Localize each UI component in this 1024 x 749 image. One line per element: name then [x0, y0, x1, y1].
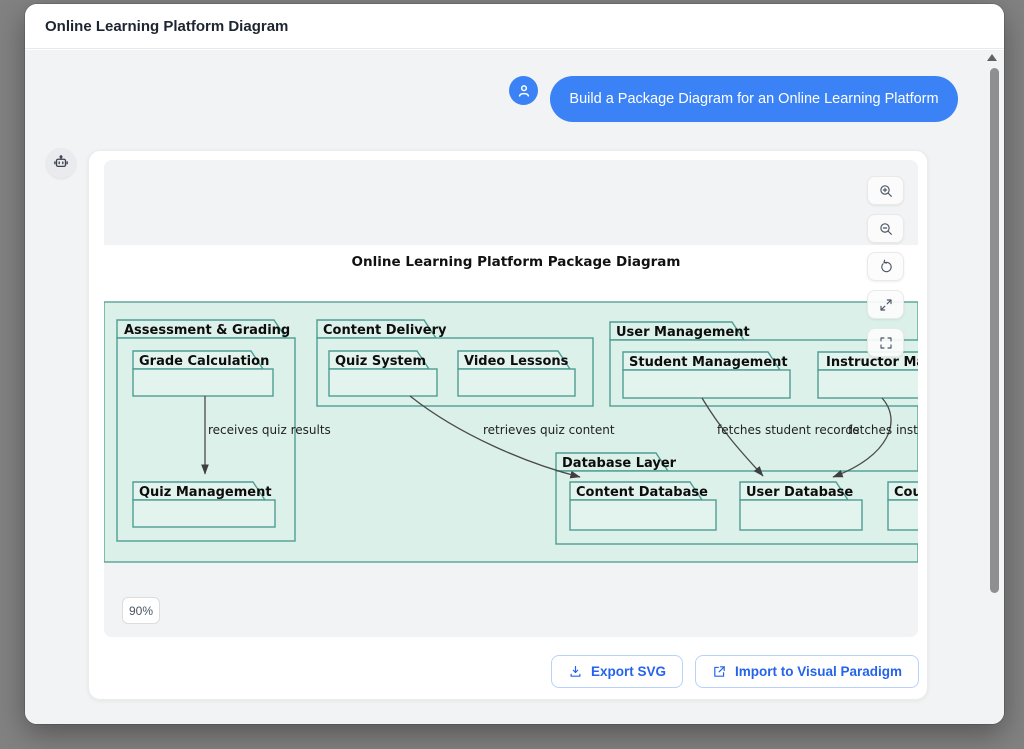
- edge-label: receives quiz results: [208, 423, 331, 437]
- fullscreen-icon: [878, 335, 894, 351]
- robot-icon: [52, 154, 70, 172]
- package-label: Quiz System: [335, 354, 426, 369]
- app-window: Online Learning Platform Diagram Build a…: [25, 4, 1004, 724]
- download-icon: [568, 664, 583, 679]
- package-diagram-svg: Online Learning Platform Package Diagram…: [104, 160, 918, 637]
- scrollbar-up-arrow[interactable]: [987, 54, 997, 61]
- package-quiz-system: Quiz System: [329, 351, 437, 396]
- package-label: Video Lessons: [464, 354, 569, 369]
- package-quiz-management: Quiz Management: [133, 482, 275, 527]
- package-label: Content Delivery: [323, 323, 447, 338]
- card-actions: Export SVG Import to Visual Paradigm: [89, 655, 919, 688]
- canvas-toolbar: [867, 176, 904, 366]
- reset-view-button[interactable]: [867, 252, 904, 281]
- package-content-database: Content Database: [570, 482, 716, 530]
- edge-label: fetches student records: [717, 423, 859, 437]
- page-title: Online Learning Platform Diagram: [45, 18, 288, 35]
- expand-button[interactable]: [867, 290, 904, 319]
- package-label: Student Management: [629, 355, 788, 370]
- titlebar: Online Learning Platform Diagram: [25, 4, 1004, 49]
- zoom-in-button[interactable]: [867, 176, 904, 205]
- diagram-canvas[interactable]: Online Learning Platform Package Diagram…: [104, 160, 918, 637]
- external-link-icon: [712, 664, 727, 679]
- zoom-in-icon: [878, 183, 894, 199]
- zoom-level-badge: 90%: [122, 597, 160, 624]
- package-course-database: Course Database: [888, 482, 918, 530]
- expand-icon: [878, 297, 894, 313]
- package-label: User Management: [616, 325, 750, 340]
- package-label: User Database: [746, 485, 853, 500]
- zoom-out-icon: [878, 221, 894, 237]
- package-user-database: User Database: [740, 482, 862, 530]
- import-visual-paradigm-button[interactable]: Import to Visual Paradigm: [695, 655, 919, 688]
- package-label: Grade Calculation: [139, 354, 269, 369]
- package-label: Database Layer: [562, 456, 677, 471]
- edge-label: retrieves quiz content: [483, 423, 615, 437]
- export-svg-label: Export SVG: [591, 664, 666, 679]
- diagram-title: Online Learning Platform Package Diagram: [352, 254, 681, 270]
- user-message-bubble: Build a Package Diagram for an Online Le…: [550, 76, 958, 122]
- export-svg-button[interactable]: Export SVG: [551, 655, 683, 688]
- diagram-card: Online Learning Platform Package Diagram…: [88, 150, 928, 700]
- package-label: Content Database: [576, 485, 708, 500]
- fullscreen-button[interactable]: [867, 328, 904, 357]
- scrollbar-thumb[interactable]: [990, 68, 999, 593]
- package-video-lessons: Video Lessons: [458, 351, 575, 396]
- package-label: Quiz Management: [139, 485, 272, 500]
- package-label: Assessment & Grading: [124, 323, 290, 338]
- user-avatar: [509, 76, 538, 105]
- package-label: Course Database: [894, 485, 918, 500]
- edge-label: fetches instructor records: [848, 423, 918, 437]
- zoom-out-button[interactable]: [867, 214, 904, 243]
- package-grade-calculation: Grade Calculation: [133, 351, 273, 396]
- package-student-management: Student Management: [623, 352, 790, 398]
- person-icon: [515, 82, 533, 100]
- content-area: Build a Package Diagram for an Online Le…: [25, 50, 1004, 724]
- import-visual-paradigm-label: Import to Visual Paradigm: [735, 664, 902, 679]
- assistant-avatar: [46, 148, 76, 178]
- reset-icon: [878, 259, 894, 275]
